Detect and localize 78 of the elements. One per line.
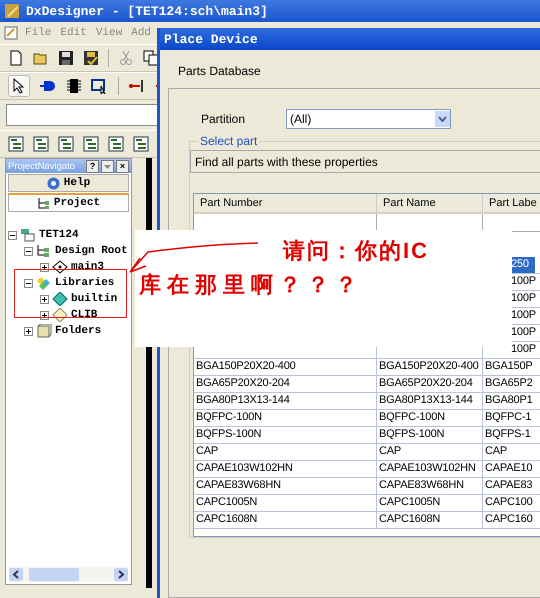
partition-dropdown[interactable]: (All): [286, 109, 451, 129]
dropdown-icon[interactable]: [101, 160, 114, 172]
filter-description: Find all parts with these properties: [190, 150, 540, 173]
group-label: Select part: [198, 134, 260, 148]
document-icon: [4, 26, 18, 40]
table-cell[interactable]: 100P: [510, 308, 540, 324]
expand-toggle[interactable]: [24, 278, 33, 288]
table-row[interactable]: BGA150P20X20-400 BGA150P20X20-400 BGA150P: [194, 359, 540, 376]
annotation-text: 请问：你的IC: [283, 237, 429, 265]
pointer-icon: [13, 78, 25, 94]
tree-item[interactable]: builtin: [71, 293, 118, 305]
hierarchy-icon: [36, 244, 52, 258]
pencil-icon: [4, 3, 20, 19]
pin-icon[interactable]: [128, 78, 146, 94]
window-title: DxDesigner - [TET124:sch\main3]: [26, 4, 268, 18]
table-row[interactable]: BQFPC-100N BQFPC-100N BQFPC-1: [194, 410, 540, 427]
command-field[interactable]: [6, 104, 158, 126]
project-icon: [20, 228, 36, 242]
expand-toggle[interactable]: [40, 294, 49, 304]
table-cell[interactable]: 100P: [510, 325, 540, 341]
expand-toggle[interactable]: [24, 246, 33, 256]
panel-title: ProjectNavigato: [8, 160, 76, 172]
view-icon[interactable]: [8, 136, 24, 152]
tree-item[interactable]: Folders: [55, 325, 102, 337]
scroll-right-icon[interactable]: [114, 568, 128, 581]
table-cell[interactable]: 100P: [510, 291, 540, 307]
tree-item[interactable]: Libraries: [55, 277, 114, 289]
tree-item[interactable]: main3: [71, 261, 104, 273]
table-row[interactable]: CAPAE103W102HN CAPAE103W102HN CAPAE10: [194, 461, 540, 478]
help-icon: [46, 176, 60, 190]
panel-tab[interactable]: Help: [8, 174, 129, 192]
column-header[interactable]: Part Number: [194, 194, 377, 212]
field-label: Partition: [200, 112, 246, 126]
hierarchy-icon: [36, 196, 50, 210]
expand-toggle[interactable]: [8, 230, 17, 240]
save-icon[interactable]: [58, 50, 74, 66]
folder-icon: [36, 324, 52, 338]
view-icon[interactable]: [58, 136, 74, 152]
chip-icon[interactable]: [66, 78, 82, 94]
table-row[interactable]: BQFPS-100N BQFPS-100N BQFPS-1: [194, 427, 540, 444]
new-file-icon[interactable]: [8, 50, 24, 66]
tree-item[interactable]: CLIB: [71, 309, 98, 321]
pointer-button[interactable]: [8, 75, 30, 97]
expand-toggle[interactable]: [24, 326, 33, 336]
view-icon[interactable]: [83, 136, 99, 152]
help-button[interactable]: ?: [86, 160, 99, 172]
tree-item[interactable]: TET124: [39, 229, 79, 241]
column-header[interactable]: Part Labe: [483, 194, 540, 212]
section-tab[interactable]: Parts Database: [168, 60, 271, 82]
expand-toggle[interactable]: [40, 310, 49, 320]
table-cell[interactable]: 100P: [510, 274, 540, 290]
chevron-down-icon: [438, 116, 447, 122]
save-as-icon[interactable]: [83, 50, 99, 66]
table-cell[interactable]: 100P: [510, 342, 540, 358]
panel-tab[interactable]: Project: [8, 193, 129, 212]
annotation-text: 库在那里啊？？？: [139, 271, 363, 299]
view-icon[interactable]: [33, 136, 49, 152]
dialog-title: Place Device: [164, 32, 258, 46]
tree-item[interactable]: Design Root: [55, 245, 128, 257]
close-button[interactable]: ×: [116, 160, 129, 172]
table-row[interactable]: CAP CAP CAP: [194, 444, 540, 461]
column-header[interactable]: Part Name: [377, 194, 483, 212]
table-row[interactable]: CAPAE83W68HN CAPAE83W68HN CAPAE83: [194, 478, 540, 495]
view-icon[interactable]: [133, 136, 149, 152]
diamond-icon: [52, 308, 68, 322]
table-cell[interactable]: 250: [510, 257, 535, 273]
table-row[interactable]: CAPC1005N CAPC1005N CAPC100: [194, 495, 540, 512]
table-row[interactable]: BGA80P13X13-144 BGA80P13X13-144 BGA80P1: [194, 393, 540, 410]
table-row[interactable]: BGA65P20X20-204 BGA65P20X20-204 BGA65P2: [194, 376, 540, 393]
component-icon[interactable]: [39, 78, 57, 94]
horizontal-scrollbar[interactable]: [9, 567, 128, 582]
expand-toggle[interactable]: [40, 262, 49, 272]
scroll-left-icon[interactable]: [9, 568, 23, 581]
diamond-icon: [52, 292, 68, 306]
view-icon[interactable]: [108, 136, 124, 152]
table-row[interactable]: CAPC1608N CAPC1608N CAPC160: [194, 512, 540, 529]
library-icon: [36, 276, 52, 290]
diamond-icon: [52, 260, 68, 274]
